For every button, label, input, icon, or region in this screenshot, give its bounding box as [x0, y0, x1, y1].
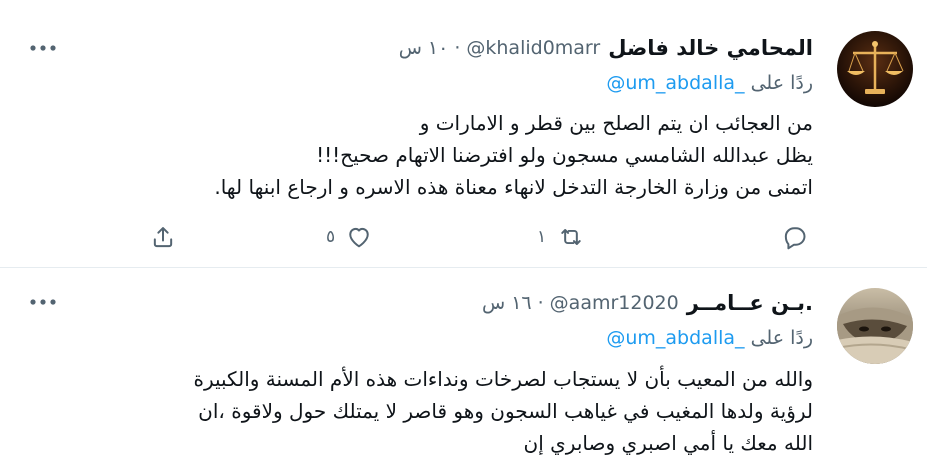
display-name[interactable]: بـن عــامــر. [687, 291, 813, 315]
tweet-text-line: لرؤية ولدها المغيب في غياهب السجون وهو ق… [198, 399, 813, 423]
more-icon[interactable] [28, 38, 58, 58]
retweet-button[interactable]: ١ [537, 222, 586, 252]
avatar[interactable] [837, 31, 913, 107]
tweet-text-line: يظل عبدالله الشامسي مسجون ولو افترضنا ال… [316, 143, 813, 167]
more-icon[interactable] [28, 292, 58, 312]
action-bar: ١ ٥ [0, 222, 927, 252]
replying-to-label: ردًا على [750, 327, 813, 349]
separator-dot: · [537, 292, 544, 314]
replying-to-label: ردًا على [750, 72, 813, 94]
retweet-icon [561, 229, 581, 245]
user-handle[interactable]: @khalid0marr [466, 37, 600, 59]
avatar[interactable] [837, 288, 913, 364]
like-count: ٥ [326, 227, 336, 247]
timeline-feed: المحامي خالد فاضل @khalid0marr · ١٠ س رد… [0, 0, 927, 461]
tweet-text-line: اتمنى من وزارة الخارجة التدخل لانهاء معن… [214, 175, 813, 199]
avatar-scales-image [837, 31, 913, 107]
share-icon [153, 227, 173, 248]
like-button[interactable]: ٥ [326, 222, 373, 252]
like-icon [349, 227, 369, 248]
mention-link[interactable]: @um_abdalla_ [606, 72, 744, 94]
tweet-header: المحامي خالد فاضل @khalid0marr · ١٠ س [399, 33, 813, 63]
timestamp[interactable]: ١٠ س [399, 37, 449, 59]
user-handle[interactable]: @aamr12020 [550, 292, 679, 314]
tweet-text: من العجائب ان يتم الصلح بين قطر و الامار… [63, 107, 813, 203]
separator-dot: · [454, 37, 461, 59]
avatar-face-image [837, 288, 913, 364]
replying-to: ردًا على @um_abdalla_ [606, 72, 813, 100]
share-button[interactable] [149, 222, 177, 252]
tweet-text-line: والله من المعيب بأن لا يستجاب لصرخات وند… [193, 367, 813, 391]
tweet[interactable]: المحامي خالد فاضل @khalid0marr · ١٠ س رد… [0, 0, 927, 268]
timestamp[interactable]: ١٦ س [482, 292, 532, 314]
tweet-text-line: الله معك يا أمي اصبري وصابري إن [523, 431, 813, 455]
display-name[interactable]: المحامي خالد فاضل [608, 36, 813, 60]
reply-icon [784, 227, 806, 250]
reply-button[interactable] [780, 222, 808, 252]
tweet-text: والله من المعيب بأن لا يستجاب لصرخات وند… [63, 363, 813, 459]
retweet-count: ١ [537, 227, 547, 247]
mention-link[interactable]: @um_abdalla_ [606, 327, 744, 349]
tweet-text-line: من العجائب ان يتم الصلح بين قطر و الامار… [419, 111, 813, 135]
tweet-header: بـن عــامــر. @aamr12020 · ١٦ س [482, 288, 813, 318]
tweet[interactable]: بـن عــامــر. @aamr12020 · ١٦ س ردًا على… [0, 268, 927, 461]
replying-to: ردًا على @um_abdalla_ [606, 327, 813, 355]
